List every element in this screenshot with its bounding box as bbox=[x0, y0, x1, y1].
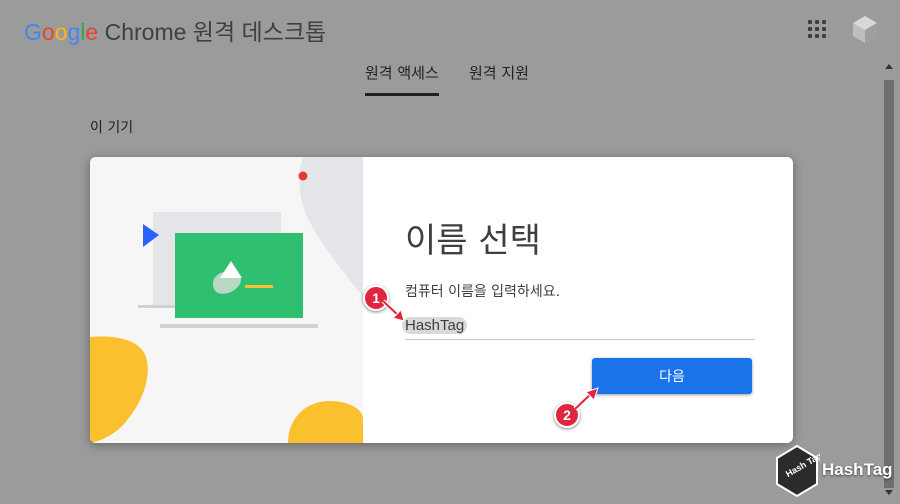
scroll-thumb[interactable] bbox=[884, 80, 894, 488]
watermark-text: HashTag bbox=[822, 460, 893, 479]
product-name: Chrome 원격 데스크톱 bbox=[104, 19, 327, 45]
tab-remote-support[interactable]: 원격 지원 bbox=[469, 62, 529, 93]
scroll-up-arrow-icon[interactable] bbox=[885, 64, 893, 69]
section-title-this-device: 이 기기 bbox=[90, 120, 134, 136]
dialog-illustration bbox=[90, 157, 363, 443]
logo-letter: G bbox=[24, 19, 42, 45]
tab-remote-access[interactable]: 원격 액세스 bbox=[365, 62, 439, 96]
logo-letter: e bbox=[85, 19, 99, 45]
dialog-title: 이름 선택 bbox=[405, 221, 541, 261]
computer-illustration-icon bbox=[90, 157, 363, 443]
logo-letter: o bbox=[41, 19, 55, 45]
app-logo[interactable]: Google Chrome 원격 데스크톱 bbox=[24, 13, 326, 47]
app-header: Google Chrome 원격 데스크톱 bbox=[0, 0, 900, 55]
logo-letter: g bbox=[67, 19, 81, 45]
step-2-arrow-icon bbox=[573, 387, 599, 411]
hashtag-watermark: Hash Tag HashTag bbox=[774, 444, 894, 500]
logo-letter: o bbox=[54, 19, 68, 45]
dialog-instructions: 컴퓨터 이름을 입력하세요. bbox=[405, 284, 561, 300]
step-1-arrow-icon bbox=[381, 299, 405, 322]
apps-grid-icon[interactable] bbox=[808, 20, 826, 38]
tab-bar: 원격 액세스 원격 지원 bbox=[0, 55, 900, 96]
hashtag-logo-icon: Hash Tag bbox=[776, 444, 820, 498]
account-avatar-icon[interactable] bbox=[850, 14, 880, 44]
next-button[interactable]: 다음 bbox=[592, 358, 752, 394]
name-computer-dialog: 이름 선택 컴퓨터 이름을 입력하세요. HashTag 다음 bbox=[90, 157, 793, 443]
computer-name-value: HashTag bbox=[402, 317, 468, 334]
page-scrollbar[interactable] bbox=[881, 62, 897, 502]
